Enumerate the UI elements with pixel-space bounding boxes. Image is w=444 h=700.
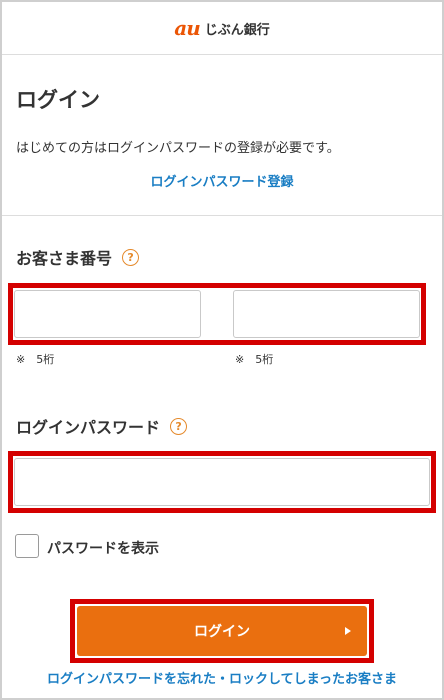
register-password-link-container: ログインパスワード登録 — [0, 171, 444, 190]
bank-name: じぶん銀行 — [204, 22, 270, 38]
intro-text: はじめての方はログインパスワードの登録が必要です。 — [16, 141, 340, 156]
page-title: ログイン — [16, 88, 100, 112]
login-button-label: ログイン — [194, 624, 250, 640]
arrow-right-icon — [345, 627, 351, 635]
customer-number-field-1[interactable] — [14, 290, 201, 338]
customer-number-label-row: お客さま番号 ? — [16, 245, 140, 269]
customer-number-note-2: ※ 5桁 — [235, 353, 274, 366]
bank-logo: au じぶん銀行 — [174, 16, 270, 40]
login-button[interactable]: ログイン — [77, 606, 367, 656]
show-password-checkbox[interactable] — [15, 534, 39, 558]
password-label: ログインパスワード — [16, 418, 161, 437]
register-password-link[interactable]: ログインパスワード登録 — [150, 175, 293, 190]
customer-number-note-1: ※ 5桁 — [16, 353, 55, 366]
au-logo-mark: au — [174, 16, 200, 40]
help-icon[interactable]: ? — [170, 417, 188, 435]
customer-number-label: お客さま番号 — [16, 249, 113, 268]
header: au じぶん銀行 — [2, 2, 442, 55]
divider — [2, 215, 442, 216]
customer-number-field-2[interactable] — [233, 290, 420, 338]
show-password-label[interactable]: パスワードを表示 — [47, 538, 159, 558]
help-icon[interactable]: ? — [122, 248, 140, 266]
password-field[interactable] — [14, 458, 430, 506]
forgot-password-link[interactable]: ログインパスワードを忘れた・ロックしてしまったお客さま — [47, 672, 397, 687]
password-label-row: ログインパスワード ? — [16, 414, 188, 438]
forgot-password-link-container: ログインパスワードを忘れた・ロックしてしまったお客さま — [0, 668, 444, 687]
